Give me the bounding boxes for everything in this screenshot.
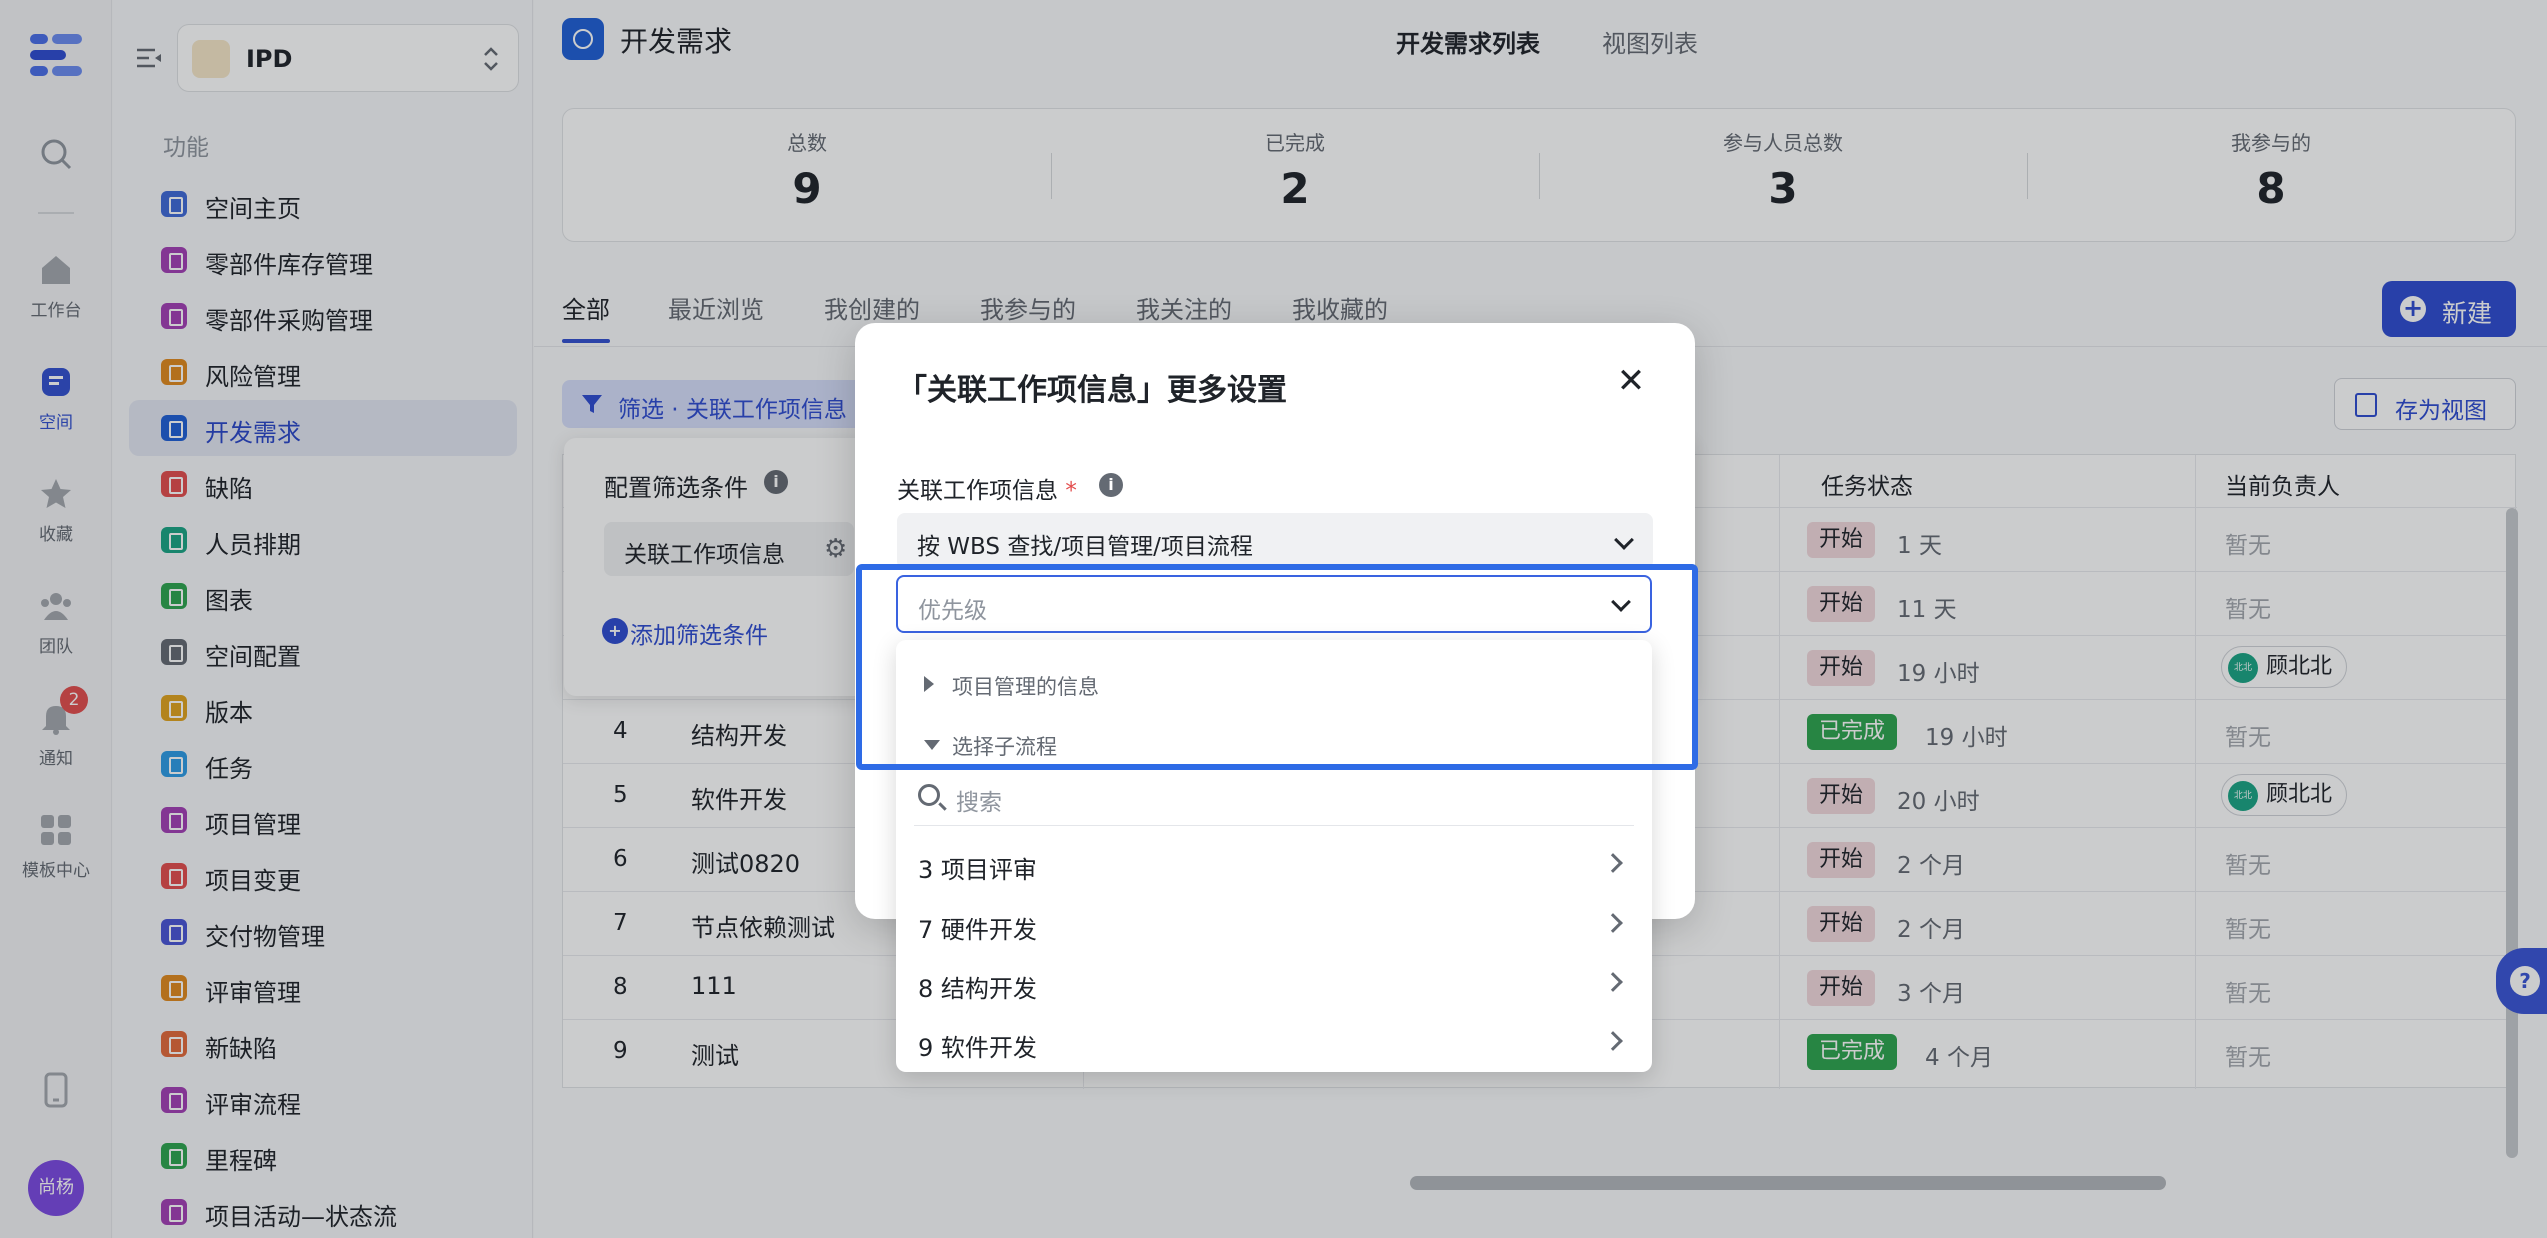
field-label-text: 关联工作项信息 xyxy=(897,478,1058,504)
option-label: 9 软件开发 xyxy=(918,1034,1037,1062)
option-item[interactable]: 9 软件开发 xyxy=(896,1012,1652,1072)
option-item[interactable]: 3 项目评审 xyxy=(896,834,1652,894)
info-icon[interactable]: i xyxy=(1099,473,1123,497)
option-item[interactable]: 8 结构开发 xyxy=(896,953,1652,1013)
focus-highlight xyxy=(856,564,1698,770)
required-mark: * xyxy=(1065,478,1077,504)
option-label: 3 项目评审 xyxy=(918,856,1037,884)
search-icon xyxy=(918,784,940,806)
option-label: 7 硬件开发 xyxy=(918,916,1037,944)
dialog-title: 「关联工作项信息」更多设置 xyxy=(897,373,1287,408)
field-label: 关联工作项信息 * xyxy=(897,471,1077,505)
dropdown-search[interactable]: 搜索 xyxy=(914,770,1634,826)
close-icon[interactable]: ✕ xyxy=(1613,363,1649,399)
lookup-path-select[interactable]: 按 WBS 查找/项目管理/项目流程 xyxy=(897,513,1653,569)
chevron-right-icon xyxy=(1603,853,1623,873)
chevron-right-icon xyxy=(1603,913,1623,933)
option-item[interactable]: 7 硬件开发 xyxy=(896,894,1652,954)
chevron-right-icon xyxy=(1603,1031,1623,1051)
lookup-path-value: 按 WBS 查找/项目管理/项目流程 xyxy=(917,534,1253,560)
chevron-right-icon xyxy=(1603,972,1623,992)
chevron-down-icon xyxy=(1614,530,1634,550)
search-placeholder: 搜索 xyxy=(956,790,1002,816)
option-label: 8 结构开发 xyxy=(918,975,1037,1003)
